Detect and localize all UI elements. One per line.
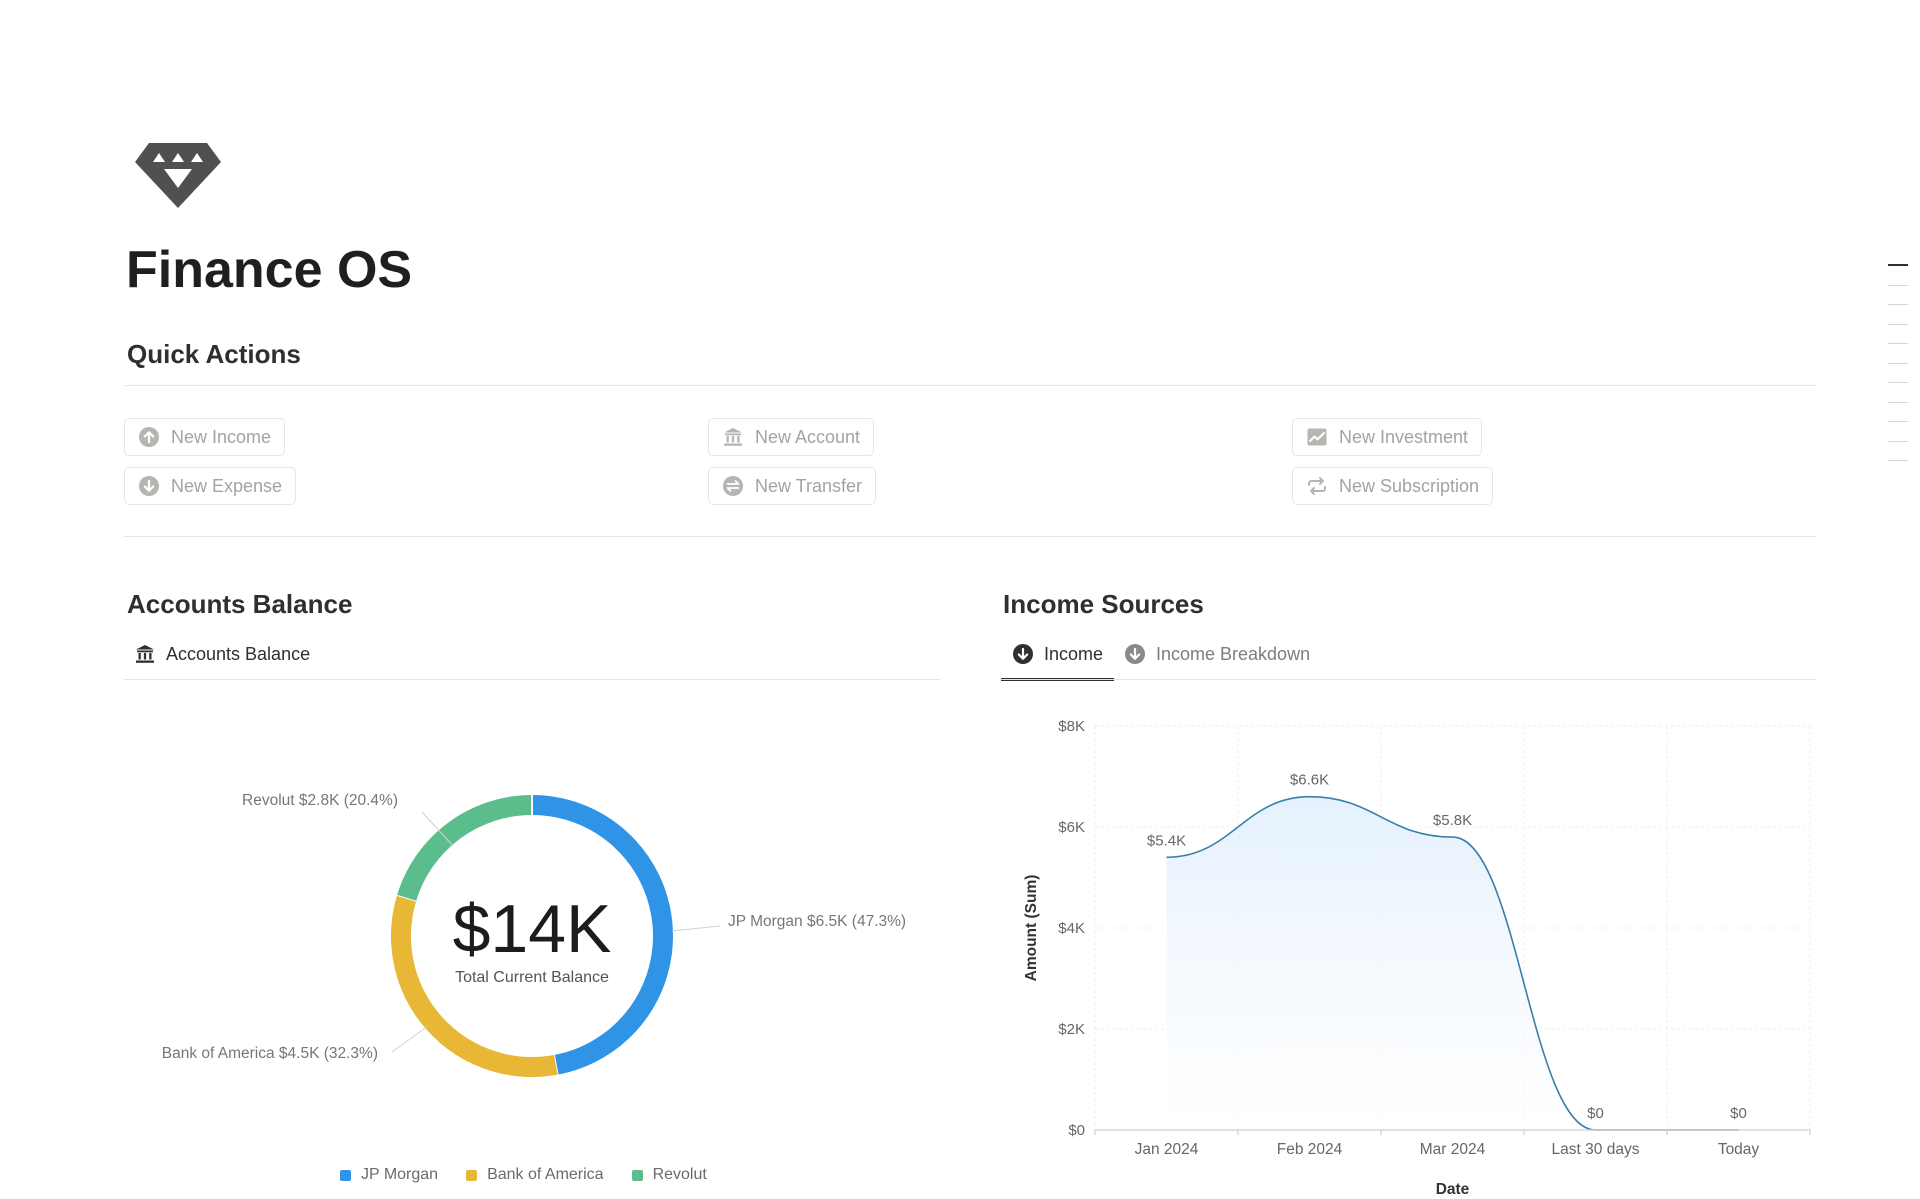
bank-icon <box>722 426 744 448</box>
toc-item[interactable] <box>1888 460 1908 461</box>
button-label: New Income <box>171 426 272 447</box>
tab-income-breakdown[interactable]: Income Breakdown <box>1124 634 1310 674</box>
button-label: New Transfer <box>755 475 863 496</box>
x-tick-label: Jan 2024 <box>1135 1141 1199 1158</box>
toc-item[interactable] <box>1888 401 1908 403</box>
button-label: New Account <box>755 426 861 447</box>
accounts-balance-donut-chart: JP Morgan $6.5K (47.3%) Bank of America $… <box>162 792 906 1077</box>
donut-label-revolut: Revolut $2.8K (20.4%) <box>242 792 398 809</box>
legend-label: JP Morgan <box>361 1166 439 1183</box>
legend-item-revolut[interactable]: Revolut <box>631 1166 707 1184</box>
new-subscription-button[interactable]: New Subscription <box>1292 467 1494 505</box>
donut-label-bank-of-america: Bank of America $4.5K (32.3%) <box>162 1045 378 1062</box>
accounts-balance-heading: Accounts Balance <box>127 589 353 619</box>
x-tick-label: Mar 2024 <box>1420 1141 1486 1158</box>
area-fill <box>1166 796 1739 1130</box>
x-tick-label: Last 30 days <box>1552 1141 1640 1158</box>
data-label: $5.4K <box>1147 832 1186 849</box>
tab-label: Accounts Balance <box>166 643 311 664</box>
y-axis-title: Amount (Sum) <box>1023 875 1040 982</box>
x-tick-label: Feb 2024 <box>1277 1141 1343 1158</box>
button-label: New Investment <box>1339 426 1469 447</box>
toc-item[interactable] <box>1888 264 1908 266</box>
toc-item[interactable] <box>1888 362 1908 364</box>
data-label: $5.8K <box>1433 812 1472 829</box>
x-tick-label: Today <box>1718 1141 1760 1158</box>
legend-swatch <box>340 1169 351 1181</box>
legend-label: Revolut <box>652 1166 707 1183</box>
legend-label: Bank of America <box>487 1166 604 1183</box>
repeat-icon <box>1306 475 1328 497</box>
transfer-icon <box>722 475 744 497</box>
toc-item[interactable] <box>1888 440 1908 442</box>
total-balance-value: $14K <box>453 891 612 967</box>
table-of-contents[interactable] <box>1888 264 1908 480</box>
quick-actions-heading: Quick Actions <box>127 339 301 369</box>
divider <box>124 385 1816 386</box>
data-label: $6.6K <box>1290 772 1329 789</box>
new-investment-button[interactable]: New Investment <box>1292 418 1483 456</box>
divider <box>124 536 1816 537</box>
tab-accounts-balance[interactable]: Accounts Balance <box>134 634 310 674</box>
chart-icon <box>1306 426 1328 448</box>
arrow-down-circle-icon <box>138 475 160 497</box>
toc-item[interactable] <box>1888 421 1908 422</box>
income-area-chart: $0 $2K $4K $6K $8K Jan 2024 Feb 2024 Mar 2024 La… <box>1023 718 1811 1198</box>
tab-income[interactable]: Income <box>1012 634 1103 674</box>
legend-swatch <box>466 1169 478 1181</box>
income-sources-heading: Income Sources <box>1003 589 1204 619</box>
arrow-down-circle-icon <box>1012 643 1034 665</box>
toc-item[interactable] <box>1888 284 1908 286</box>
label-leader-line <box>671 925 721 932</box>
new-expense-button[interactable]: New Expense <box>124 467 297 505</box>
bank-icon <box>134 643 156 665</box>
donut-legend: JP Morgan Bank of America Revolut <box>340 1166 735 1184</box>
y-tick-label: $6K <box>1058 819 1085 836</box>
arrow-up-circle-icon <box>138 426 160 448</box>
donut-slice-revolut[interactable] <box>397 795 533 901</box>
arrow-down-circle-icon <box>1124 643 1146 665</box>
legend-swatch <box>631 1169 643 1181</box>
total-balance-caption: Total Current Balance <box>455 969 609 986</box>
button-label: New Expense <box>171 475 283 496</box>
toc-item[interactable] <box>1888 323 1908 325</box>
legend-item-bank-of-america[interactable]: Bank of America <box>466 1166 604 1184</box>
data-label: $0 <box>1587 1105 1604 1122</box>
y-tick-label: $2K <box>1058 1021 1085 1038</box>
legend-item-jp-morgan[interactable]: JP Morgan <box>340 1166 438 1184</box>
gem-icon <box>135 143 221 208</box>
label-leader-line <box>391 1025 429 1053</box>
toc-item[interactable] <box>1888 304 1908 305</box>
y-tick-label: $4K <box>1058 920 1085 937</box>
page-title: Finance OS <box>126 241 413 299</box>
tab-label: Income Breakdown <box>1156 643 1311 664</box>
y-tick-label: $0 <box>1068 1122 1085 1139</box>
toc-item[interactable] <box>1888 382 1908 383</box>
toc-item[interactable] <box>1888 343 1908 344</box>
x-axis-title: Date <box>1436 1181 1470 1198</box>
donut-label-jp-morgan: JP Morgan $6.5K (47.3%) <box>728 913 906 930</box>
new-income-button[interactable]: New Income <box>124 418 286 456</box>
tab-bar-divider <box>1000 679 1816 680</box>
data-label: $0 <box>1730 1105 1747 1122</box>
new-account-button[interactable]: New Account <box>708 418 875 456</box>
tab-label: Income <box>1044 643 1104 664</box>
new-transfer-button[interactable]: New Transfer <box>708 467 877 505</box>
tab-bar-divider <box>124 679 940 680</box>
button-label: New Subscription <box>1339 475 1480 496</box>
y-tick-label: $8K <box>1058 718 1085 735</box>
